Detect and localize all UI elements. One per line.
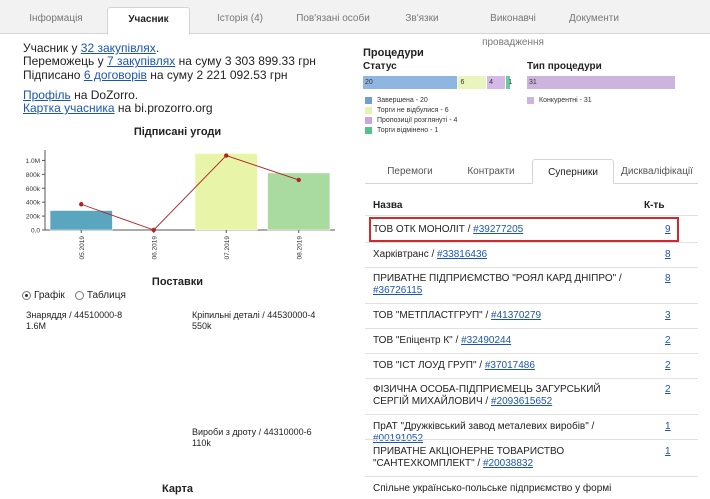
status-segment: 4 [487, 76, 506, 89]
competitor-name: ПрАТ "Дружківський завод металевих вироб… [373, 421, 638, 445]
y-tick-label: 600k [26, 186, 41, 193]
bar [49, 210, 113, 231]
tab-connections[interactable]: Зв'язки [382, 7, 462, 34]
competitor-count-link[interactable]: 8 [665, 273, 671, 285]
competitor-name: ТОВ "ІСТ ЛОУД ГРУП" / #37017486 [373, 360, 535, 371]
column-count-header: К-ть [644, 200, 665, 211]
tab-enforcement[interactable]: Виконавчі провадження [465, 7, 561, 48]
competitor-name: Харківтранс / #33816436 [373, 249, 488, 260]
map-title: Карта [161, 483, 194, 495]
table-view-label: Таблиця [86, 290, 126, 301]
competitor-name: ТОВ "МЕТПЛАСТГРУП" / #41370279 [373, 310, 542, 321]
competitor-count-link[interactable]: 2 [665, 335, 671, 347]
procedure-type-title: Тип процедури [527, 61, 602, 72]
participant-summary: Учасник у 32 закупівлях. Переможець у 7 … [23, 41, 316, 82]
table-view-radio[interactable] [74, 291, 84, 300]
competitor-name: ПРИВАТНЕ АКЦІОНЕРНЕ ТОВАРИСТВО "САНТЕХКО… [373, 446, 565, 469]
dozorro-profile-link[interactable]: Профіль [23, 88, 71, 102]
status-segment: 1 [506, 76, 512, 89]
bar [194, 153, 258, 231]
tab-disqualifications[interactable]: Дискваліфікації [616, 162, 698, 184]
y-tick-label: 800k [26, 172, 41, 179]
x-tick-label: 05.2019 [79, 236, 86, 260]
competitor-code-link[interactable]: #20038832 [483, 458, 533, 469]
y-tick-label: 200k [26, 214, 41, 221]
external-links: Профіль на DoZorro. Картка учасника на b… [23, 88, 213, 116]
status-title: Статус [363, 61, 397, 72]
competitor-count-link[interactable]: 1 [665, 446, 671, 458]
competitor-code-link[interactable]: #2093615652 [491, 396, 552, 407]
wins-link[interactable]: 7 закупівлях [107, 54, 175, 68]
procedures-title: Процедури [363, 47, 424, 59]
tab-competitors[interactable]: Суперники [532, 159, 614, 184]
competitor-name: Спільне українсько-польське підприємство… [373, 483, 612, 494]
tab-contracts[interactable]: Контракти [452, 162, 530, 184]
tab-information[interactable]: Інформація [6, 7, 106, 34]
top-tab-bar: Інформація Учасник Історія (4) Пов'язані… [0, 0, 710, 48]
supplies-title: Поставки [151, 276, 204, 288]
competitor-code-link[interactable]: #37017486 [485, 360, 535, 371]
competitor-count-link[interactable]: 2 [665, 384, 671, 396]
treemap-cell-wire-products[interactable]: Вироби з дроту / 44310000-6 110k [188, 423, 329, 475]
y-tick-label: 400k [26, 200, 41, 207]
tab-related-persons[interactable]: Пов'язані особи [287, 7, 379, 34]
selected-row-highlight [369, 217, 679, 242]
trend-point [151, 227, 156, 233]
legend-completed: Завершена - 20 [365, 97, 428, 104]
competitor-count-link[interactable]: 3 [665, 310, 671, 322]
trend-line [81, 155, 299, 231]
legend-cancelled: Торги відмінено - 1 [365, 127, 438, 134]
legend-competitive: Конкурентні - 31 [527, 97, 592, 104]
status-segment: 6 [458, 76, 487, 89]
competitor-name: ФІЗИЧНА ОСОБА-ПІДПРИЄМЕЦЬ ЗАГУРСЬКИЙ СЕР… [373, 384, 601, 407]
x-tick-label: 06.2019 [151, 236, 158, 260]
type-bar-competitive: 31 [527, 76, 675, 89]
tab-documents[interactable]: Документи [562, 7, 626, 34]
competitor-count-link[interactable]: 8 [665, 249, 671, 261]
tab-participant[interactable]: Учасник [107, 7, 190, 35]
treemap-cell-fasteners[interactable]: Кріпильні деталі / 44530000-4 550k [188, 306, 329, 423]
column-name-header: Назва [373, 200, 403, 211]
chart-view-label: Графік [34, 290, 65, 301]
y-tick-label: 0.0 [31, 228, 40, 235]
view-toggle: Графік Таблиця [22, 290, 126, 301]
trend-point [296, 177, 301, 183]
competitor-code-link[interactable]: #33816436 [437, 249, 487, 260]
trend-point [224, 153, 229, 158]
legend-failed: Торги не відбулися - 6 [365, 107, 449, 114]
x-tick-label: 08.2019 [296, 236, 303, 260]
status-segment: 20 [363, 76, 458, 89]
competitor-name: ТОВ "Епіцентр К" / #32490244 [373, 335, 512, 346]
treemap-cell-tools[interactable]: Знаряддя / 44510000-8 1.6M [22, 306, 188, 475]
competitor-count-link[interactable]: 2 [665, 360, 671, 372]
tab-history[interactable]: Історія (4) [196, 7, 284, 34]
chart-view-radio[interactable] [22, 291, 31, 300]
signed-contracts-chart: 0.0 200k 400k 600k 800k 1.0M 05.2019 06.2019 07.… [26, 150, 335, 260]
competitor-name: ПРИВАТНЕ ПІДПРИЄМСТВО "РОЯЛ КАРД ДНІПРО"… [373, 273, 622, 296]
participations-link[interactable]: 32 закупівлях [81, 41, 156, 55]
trend-point [79, 202, 84, 207]
contracts-line: Підписано 6 договорів на суму 2 221 092.… [23, 67, 288, 82]
competitor-code-link[interactable]: #32490244 [461, 335, 511, 346]
bi-prozorro-card-link[interactable]: Картка учасника [23, 101, 115, 115]
y-tick-label: 1.0M [26, 158, 40, 165]
contracts-link[interactable]: 6 договорів [84, 68, 147, 82]
participations-line: Учасник у 32 закупівлях. [23, 41, 160, 55]
x-tick-label: 07.2019 [224, 236, 231, 260]
legend-reviewed: Пропозиції розглянуті - 4 [365, 117, 457, 124]
competitor-count-link[interactable]: 1 [665, 421, 671, 433]
competitor-code-link[interactable]: #36726115 [373, 285, 422, 296]
wins-line: Переможець у 7 закупівлях на суму 3 303 … [23, 54, 316, 69]
tab-wins[interactable]: Перемоги [370, 162, 450, 184]
competitor-code-link[interactable]: #41370279 [491, 310, 541, 321]
signed-contracts-title: Підписані угоди [133, 126, 222, 138]
